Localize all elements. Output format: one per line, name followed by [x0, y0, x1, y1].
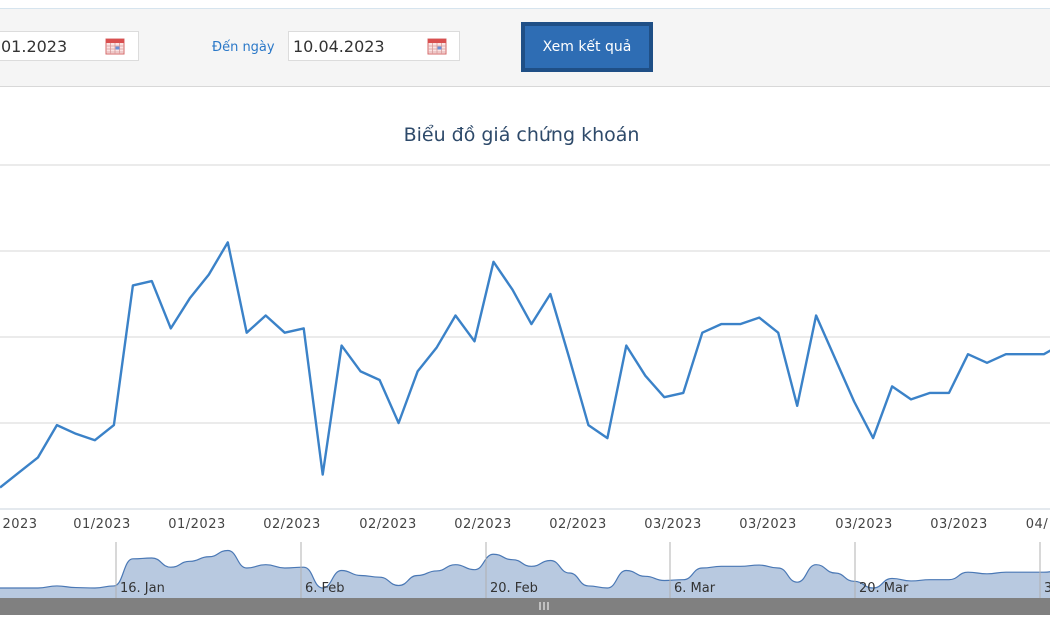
price-line	[0, 241, 1050, 489]
navigator-label: 16. Jan	[120, 581, 165, 596]
navigator-label: 3	[1044, 581, 1050, 596]
x-tick-label: 02/2023	[263, 517, 321, 532]
x-tick-label: 03/2023	[835, 517, 893, 532]
x-tick-label: 04/	[1026, 517, 1049, 532]
navigator-scrollbar	[0, 598, 1050, 615]
x-tick-label: 2023	[2, 517, 37, 532]
x-tick-label: 02/2023	[359, 517, 417, 532]
range-navigator[interactable]: 16. Jan 6. Feb 20. Feb 6. Mar 20. Mar 3	[0, 542, 1050, 615]
x-tick-label: 01/2023	[73, 517, 131, 532]
price-series	[0, 241, 1050, 489]
chart-grid	[0, 164, 1050, 510]
x-tick-label: 02/2023	[549, 517, 607, 532]
x-tick-label: 02/2023	[454, 517, 512, 532]
x-tick-label: 03/2023	[644, 517, 702, 532]
navigator-label: 6. Feb	[305, 581, 345, 596]
x-tick-label: 01/2023	[168, 517, 226, 532]
navigator-label: 20. Mar	[859, 581, 909, 596]
navigator-label: 6. Mar	[674, 581, 716, 596]
price-chart: 2023 01/2023 01/2023 02/2023 02/2023 02/2023 0…	[0, 164, 1050, 615]
x-axis: 2023 01/2023 01/2023 02/2023 02/2023 02/2023 0…	[2, 517, 1049, 532]
x-tick-label: 03/2023	[930, 517, 988, 532]
x-tick-label: 03/2023	[739, 517, 797, 532]
navigator-label: 20. Feb	[490, 581, 538, 596]
